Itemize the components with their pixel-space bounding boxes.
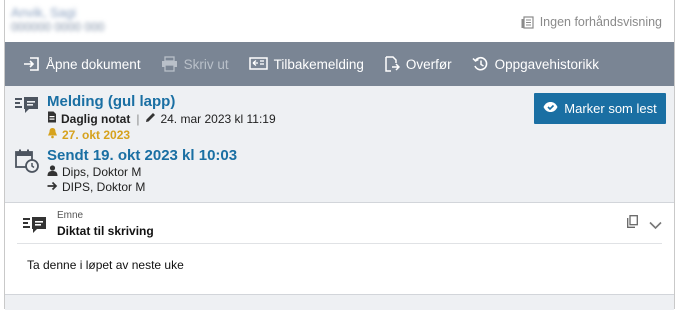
recipient-name: DIPS, Doktor M bbox=[62, 180, 146, 194]
preview-icon bbox=[521, 15, 535, 29]
bell-icon bbox=[47, 127, 58, 143]
task-history-label: Oppgavehistorikk bbox=[494, 56, 599, 72]
calendar-clock-icon bbox=[15, 147, 41, 195]
meta-separator: | bbox=[136, 111, 140, 126]
toolbar: Åpne dokument Skriv ut Tilbakemelding Ov… bbox=[5, 42, 674, 86]
subject-icon bbox=[23, 210, 49, 240]
message-panel: Anvik, Sagi 000000 0000 000 Ingen forhån… bbox=[4, 0, 675, 310]
panel-header: Anvik, Sagi 000000 0000 000 Ingen forhån… bbox=[5, 0, 674, 42]
person-icon bbox=[47, 165, 58, 180]
blurred-patient-name: Anvik, Sagi bbox=[11, 5, 77, 20]
preview-toggle[interactable]: Ingen forhåndsvisning bbox=[521, 15, 662, 29]
history-icon bbox=[472, 56, 489, 72]
forward-document-icon bbox=[384, 55, 400, 73]
printer-icon bbox=[161, 56, 178, 72]
arrow-right-icon bbox=[47, 180, 58, 195]
subject-value: Diktat til skriving bbox=[57, 224, 154, 238]
document-type: Daglig notat bbox=[61, 111, 131, 126]
content-divider bbox=[17, 243, 662, 244]
eye-check-icon bbox=[543, 101, 558, 116]
print-label: Skriv ut bbox=[183, 56, 229, 72]
message-title[interactable]: Melding (gul lapp) bbox=[47, 93, 276, 111]
message-summary: Melding (gul lapp) Daglig notat | 24. ma… bbox=[5, 86, 674, 203]
blurred-patient-id: 000000 0000 000 bbox=[11, 20, 105, 34]
sent-info: Sendt 19. okt 2023 kl 10:03 Dips, Doktor… bbox=[15, 147, 237, 195]
open-document-label: Åpne dokument bbox=[46, 56, 141, 72]
subject-row: Emne Diktat til skriving bbox=[23, 210, 154, 240]
document-icon bbox=[47, 111, 57, 127]
copy-button[interactable] bbox=[627, 215, 638, 233]
pencil-icon bbox=[145, 112, 156, 127]
print-button[interactable]: Skriv ut bbox=[151, 42, 239, 86]
copy-icon bbox=[627, 215, 638, 232]
message-content: Emne Diktat til skriving Ta denne i løpe… bbox=[5, 203, 674, 295]
message-meta: Daglig notat | 24. mar 2023 kl 11:19 bbox=[47, 111, 276, 127]
mark-as-read-label: Marker som lest bbox=[564, 101, 657, 116]
collapse-button[interactable] bbox=[649, 217, 662, 235]
sender-row: Dips, Doktor M bbox=[47, 165, 237, 180]
edited-timestamp: 24. mar 2023 kl 11:19 bbox=[160, 111, 276, 126]
recipient-row: DIPS, Doktor M bbox=[47, 180, 237, 195]
alarm-date: 27. okt 2023 bbox=[62, 127, 131, 142]
preview-toggle-label: Ingen forhåndsvisning bbox=[539, 15, 662, 29]
message-body: Ta denne i løpet av neste uke bbox=[27, 258, 184, 272]
message-list-icon bbox=[15, 93, 41, 143]
message-info: Melding (gul lapp) Daglig notat | 24. ma… bbox=[15, 93, 276, 143]
alarm-meta: 27. okt 2023 bbox=[47, 127, 276, 143]
chevron-down-icon bbox=[649, 217, 662, 234]
reply-message-icon bbox=[248, 56, 268, 72]
task-history-button[interactable]: Oppgavehistorikk bbox=[462, 42, 609, 86]
reply-button[interactable]: Tilbakemelding bbox=[239, 42, 374, 86]
open-document-icon bbox=[23, 56, 40, 72]
mark-as-read-button[interactable]: Marker som lest bbox=[534, 93, 666, 124]
forward-label: Overfør bbox=[405, 56, 452, 72]
open-document-button[interactable]: Åpne dokument bbox=[13, 42, 151, 86]
sender-name: Dips, Doktor M bbox=[62, 165, 142, 179]
reply-label: Tilbakemelding bbox=[273, 56, 364, 72]
bottom-strip bbox=[5, 294, 674, 310]
forward-button[interactable]: Overfør bbox=[374, 42, 462, 86]
blurred-patient-info: Anvik, Sagi 000000 0000 000 bbox=[11, 6, 121, 36]
subject-label: Emne bbox=[57, 210, 84, 221]
sent-title: Sendt 19. okt 2023 kl 10:03 bbox=[47, 147, 238, 164]
